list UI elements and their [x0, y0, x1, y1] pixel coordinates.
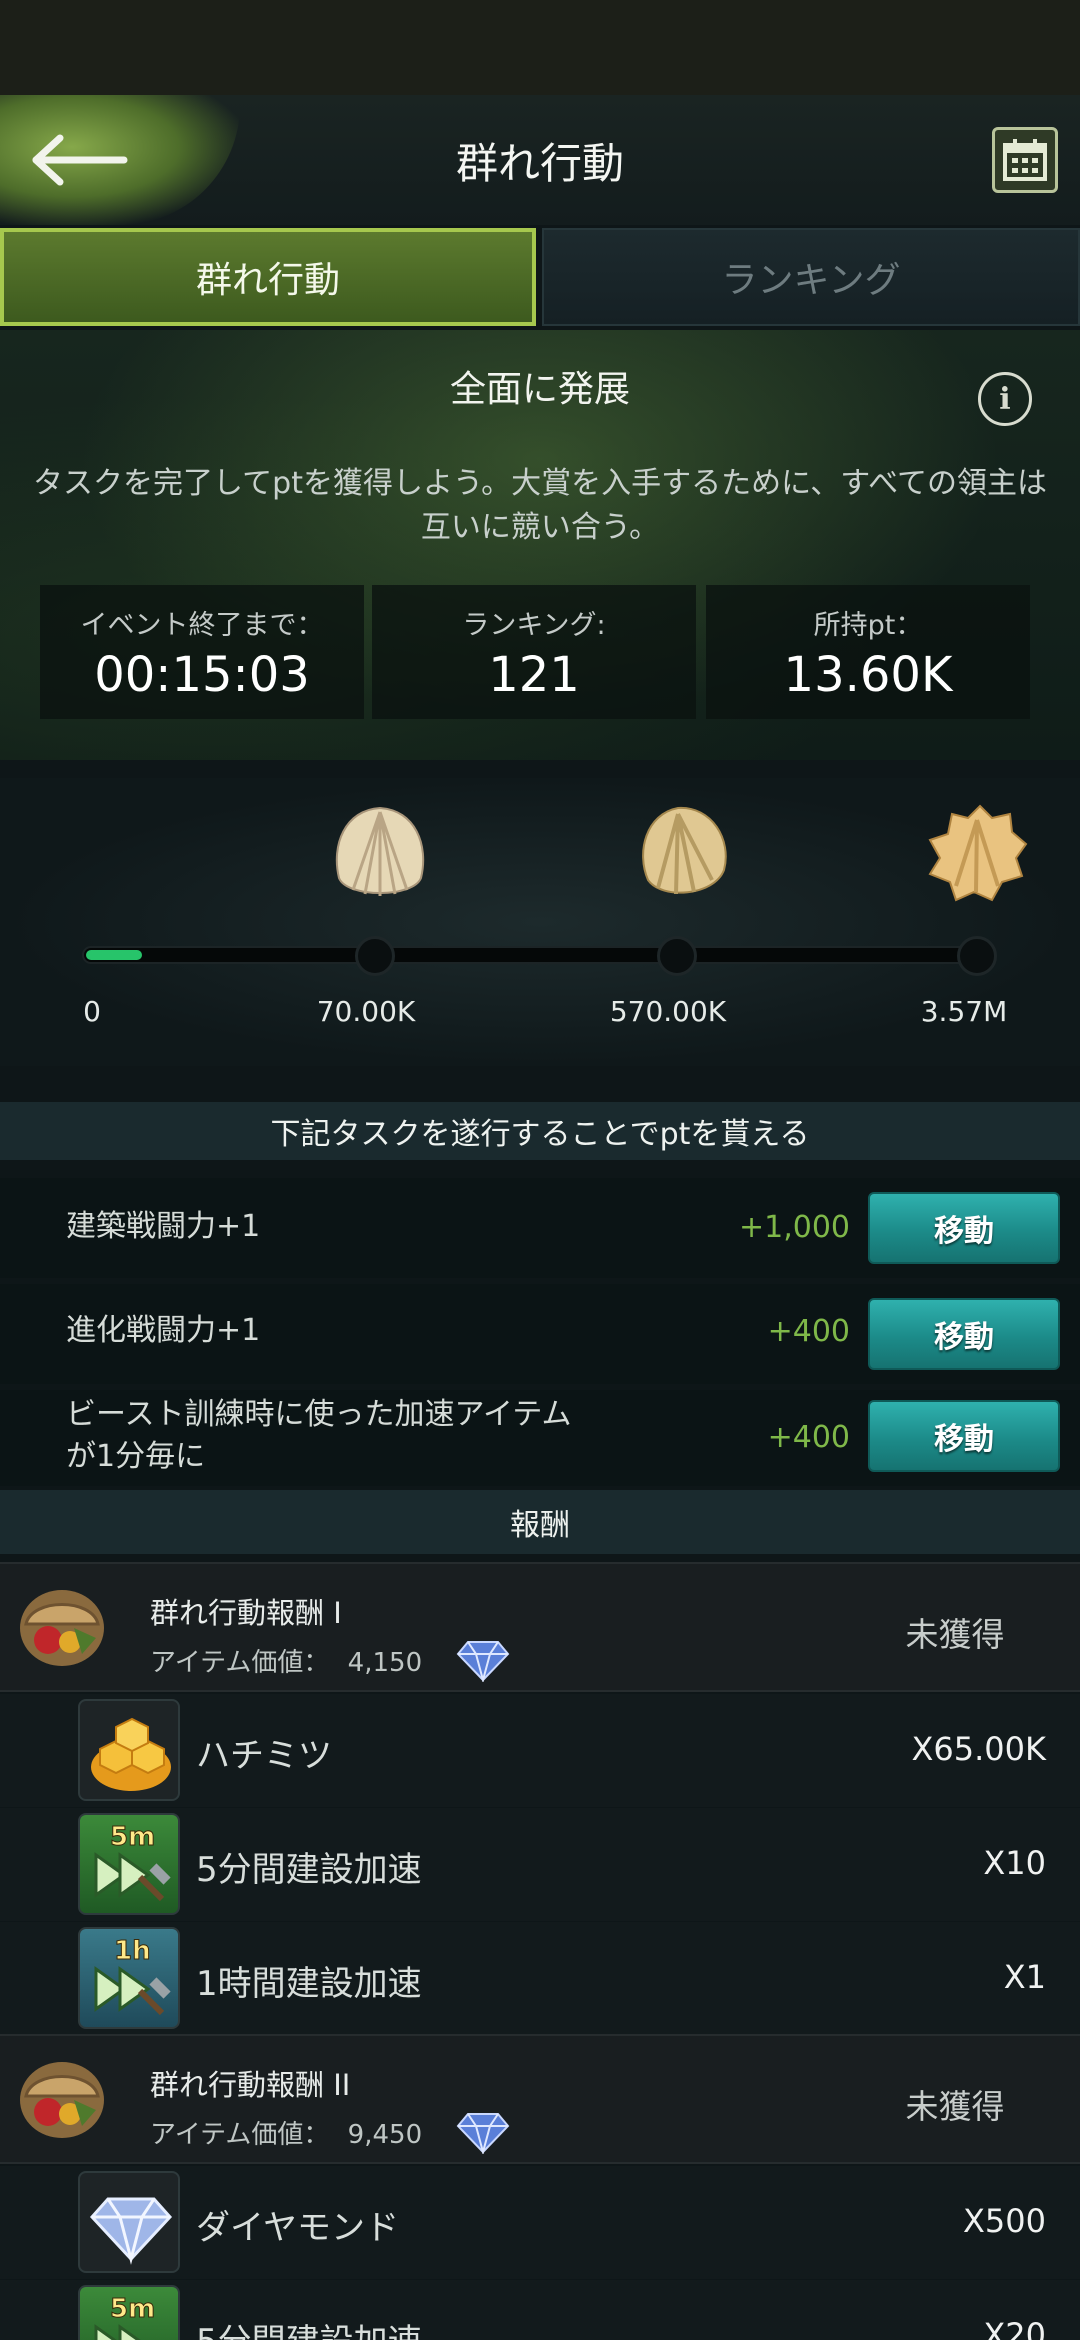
task-points: +400	[767, 1314, 850, 1349]
milestone-label: 3.57M	[920, 995, 1008, 1028]
stat-label: イベント終了まで：	[80, 610, 324, 641]
reward-group-header[interactable]: 群れ行動報酬 I アイテム価値： 4,150 未獲得	[0, 1562, 1080, 1692]
task-row: ビースト訓練時に使った加速アイテム が1分毎に +400 移動	[0, 1390, 1080, 1486]
item-value-number: 9,450	[347, 2120, 423, 2150]
move-button[interactable]: 移動	[868, 1192, 1060, 1264]
reward-group-header[interactable]: 群れ行動報酬 II アイテム価値： 9,450 未獲得	[0, 2034, 1080, 2164]
milestone-node	[957, 936, 997, 976]
milestone-label: 0	[83, 995, 101, 1028]
item-quantity: X20	[983, 2316, 1046, 2340]
task-name: 建築戦闘力+1	[66, 1209, 261, 1244]
milestone-node	[657, 936, 697, 976]
task-name: 進化戦闘力+1	[66, 1313, 261, 1348]
item-value-number: 4,150	[347, 1648, 423, 1678]
tab-ranking[interactable]: ランキング	[542, 228, 1080, 326]
reward-status: 未獲得	[905, 1615, 1005, 1654]
svg-text:1h: 1h	[114, 1936, 151, 1966]
shell-reward-3-icon[interactable]	[922, 800, 1032, 910]
stat-label: ランキング:	[462, 610, 606, 641]
item-quantity: X1	[1003, 1958, 1046, 1996]
arrow-left-icon	[32, 134, 128, 186]
shell-reward-2-icon[interactable]	[628, 800, 738, 910]
reward-item-row: ハチミツ X65.00K	[0, 1694, 1080, 1807]
info-icon[interactable]: i	[978, 372, 1032, 426]
page-title: 群れ行動	[455, 138, 624, 188]
task-row: 建築戦闘力+1 +1,000 移動	[0, 1178, 1080, 1278]
stat-label: 所持pt：	[813, 610, 923, 641]
tab-group-action[interactable]: 群れ行動	[0, 228, 536, 326]
item-name: 1時間建設加速	[196, 1964, 422, 2004]
item-value-label: アイテム価値：	[150, 2120, 330, 2150]
reward-item-row: ダイヤモンド X500	[0, 2166, 1080, 2279]
svg-text:5m: 5m	[110, 1822, 155, 1852]
stat-ranking: ランキング: 121	[372, 585, 696, 719]
progress-track	[82, 946, 978, 964]
diamond-icon	[456, 2113, 510, 2154]
item-quantity: X10	[983, 1844, 1046, 1882]
speedup-5m-icon: 5m	[78, 1813, 180, 1915]
move-button[interactable]: 移動	[868, 1298, 1060, 1370]
reward-group-title: 群れ行動報酬 I	[150, 1596, 342, 1630]
reward-value-label: アイテム価値： 9,450	[150, 2114, 422, 2151]
stat-value: 00:15:03	[94, 647, 310, 703]
move-button[interactable]: 移動	[868, 1400, 1060, 1472]
task-name-line: が1分毎に	[66, 1439, 206, 1474]
stat-time-remaining: イベント終了まで： 00:15:03	[40, 585, 364, 719]
milestone-node	[355, 936, 395, 976]
item-value-label: アイテム価値：	[150, 1648, 330, 1678]
tasks-header: 下記タスクを遂行することでptを貰える	[0, 1102, 1080, 1160]
milestone-label: 570.00K	[609, 995, 727, 1028]
task-row: 進化戦闘力+1 +400 移動	[0, 1284, 1080, 1384]
item-name: ハチミツ	[196, 1736, 332, 1776]
calendar-button[interactable]	[992, 127, 1058, 193]
stat-points: 所持pt： 13.60K	[706, 585, 1030, 719]
item-quantity: X65.00K	[911, 1730, 1046, 1768]
stat-value: 13.60K	[783, 647, 953, 703]
progress-fill	[86, 950, 142, 960]
honey-icon	[78, 1699, 180, 1801]
task-name-line: ビースト訓練時に使った加速アイテム	[66, 1397, 572, 1432]
item-quantity: X500	[963, 2202, 1046, 2240]
item-name: ダイヤモンド	[196, 2208, 399, 2248]
reward-chest-icon	[20, 1590, 104, 1666]
rewards-header: 報酬	[0, 1490, 1080, 1554]
reward-group-title: 群れ行動報酬 II	[150, 2068, 351, 2102]
item-name: 5分間建設加速	[196, 2314, 422, 2340]
reward-status: 未獲得	[905, 2087, 1005, 2126]
diamond-icon	[456, 1641, 510, 1682]
reward-value-label: アイテム価値： 4,150	[150, 1642, 422, 1679]
shell-reward-1-icon[interactable]	[325, 800, 435, 910]
calendar-icon	[1003, 139, 1047, 181]
reward-item-row: 1h 1時間建設加速 X1	[0, 1922, 1080, 2035]
task-points: +1,000	[738, 1210, 850, 1245]
reward-chest-icon	[20, 2062, 104, 2138]
stat-value: 121	[488, 647, 580, 703]
speedup-1h-icon: 1h	[78, 1927, 180, 2029]
status-bar	[0, 0, 1080, 95]
task-points: +400	[767, 1420, 850, 1455]
svg-text:5m: 5m	[110, 2294, 155, 2324]
back-button[interactable]	[20, 120, 140, 200]
event-title: 全面に発展	[449, 369, 630, 410]
event-description: タスクを完了してptを獲得しよう。大賞を入手するために、すべての領主は互いに競い…	[33, 466, 1047, 545]
diamond-icon	[78, 2171, 180, 2273]
task-name: ビースト訓練時に使った加速アイテム が1分毎に	[66, 1394, 572, 1478]
reward-item-row: 5m 5分間建設加速 X20	[0, 2280, 1080, 2340]
milestone-label: 70.00K	[316, 995, 416, 1028]
item-name: 5分間建設加速	[196, 1850, 422, 1890]
speedup-5m-icon: 5m	[78, 2285, 180, 2340]
reward-item-row: 5m 5分間建設加速 X10	[0, 1808, 1080, 1921]
